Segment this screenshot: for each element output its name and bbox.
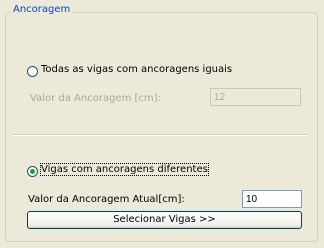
radio-equal-anchorage[interactable]	[27, 66, 38, 77]
radio-equal-anchorage-label[interactable]: Todas as vigas com ancoragens iguais	[41, 64, 232, 75]
section-divider	[12, 134, 308, 136]
radio-different-anchorage-label[interactable]: Vigas com ancoragens diferentes	[40, 163, 209, 176]
radio-selected-dot	[30, 169, 35, 174]
select-beams-button[interactable]: Selecionar Vigas >>	[27, 211, 302, 229]
anchor-value-field[interactable]	[210, 88, 301, 106]
current-anchor-field[interactable]	[242, 190, 302, 208]
groupbox-title: Ancoragem	[10, 4, 74, 15]
radio-different-anchorage[interactable]	[27, 166, 38, 177]
anchor-value-label: Valor da Ancoragem [cm]:	[30, 93, 161, 104]
current-anchor-label: Valor da Ancoragem Atual[cm]:	[28, 194, 185, 205]
